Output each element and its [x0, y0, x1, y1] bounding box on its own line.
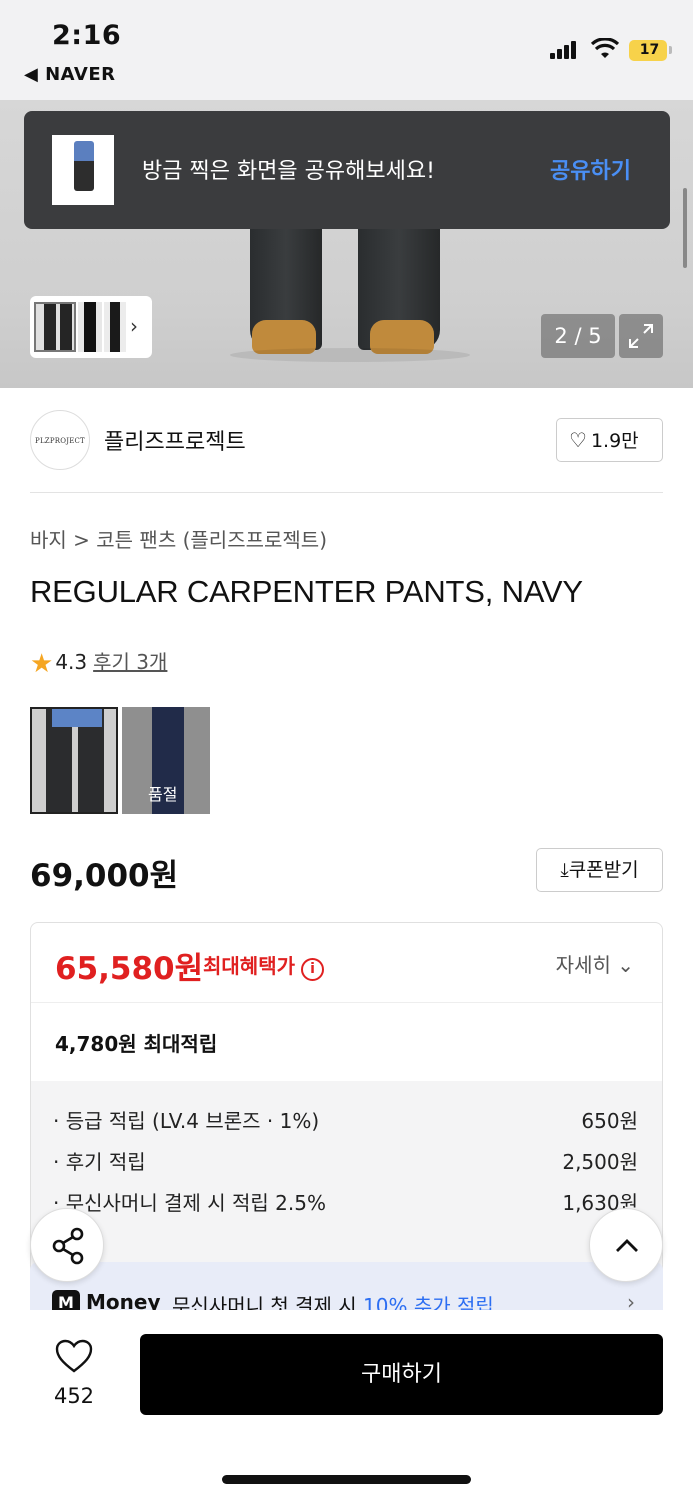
points-row: · 무신사머니 결제 시 적립 2.5% 1,630원: [53, 1191, 638, 1215]
wifi-icon: [590, 37, 620, 64]
cellular-signal-icon: [550, 40, 578, 59]
scroll-top-button[interactable]: [589, 1208, 663, 1282]
purchase-bar: 452 구매하기: [0, 1310, 693, 1500]
thumbnail[interactable]: [78, 302, 102, 352]
battery-icon: 17: [629, 40, 672, 61]
fullscreen-button[interactable]: [619, 314, 663, 358]
status-time: 2:16: [52, 20, 122, 51]
sold-out-label: 품절: [148, 785, 178, 804]
points-row: · 등급 적립 (LV.4 브론즈 · 1%) 650원: [53, 1109, 638, 1133]
brand-logo[interactable]: PLZPROJECT: [30, 410, 90, 470]
share-icon: [52, 1227, 84, 1265]
thumbnail[interactable]: [34, 302, 76, 352]
points-row: · 후기 적립 2,500원: [53, 1150, 638, 1174]
home-indicator[interactable]: [222, 1475, 471, 1484]
back-to-app-link[interactable]: ◀ NAVER: [24, 64, 115, 85]
heart-icon: [55, 1339, 93, 1373]
brand-like-button[interactable]: ♡ 1.9만: [556, 418, 663, 462]
divider: [30, 492, 663, 493]
image-pager: 2 / 5: [541, 314, 615, 358]
rating-score: 4.3: [55, 650, 88, 674]
breadcrumb[interactable]: 바지 > 코튼 팬츠 (플리즈프로젝트): [30, 524, 327, 553]
toast-message: 방금 찍은 화면을 공유해보세요!: [142, 159, 435, 184]
brand-like-count: 1.9만: [590, 430, 639, 452]
share-fab-button[interactable]: [30, 1208, 104, 1282]
coupon-button[interactable]: ⤓쿠폰받기: [536, 848, 663, 892]
product-price: 69,000원: [30, 858, 179, 894]
heart-icon: ♡: [569, 428, 587, 452]
expand-icon: [629, 324, 653, 348]
color-option-navy[interactable]: 품절: [122, 707, 210, 814]
chevron-right-icon: ›: [130, 314, 138, 338]
brand-name[interactable]: 플리즈프로젝트: [104, 424, 246, 456]
info-icon[interactable]: i: [301, 958, 324, 981]
chevron-up-icon: [616, 1239, 638, 1252]
wishlist-count: 452: [53, 1384, 95, 1408]
max-benefit-label[interactable]: 최대혜택가 i: [203, 950, 324, 981]
reviews-link[interactable]: 후기 3개: [93, 650, 167, 674]
buy-button[interactable]: 구매하기: [140, 1334, 663, 1415]
max-benefit-price: 65,580원: [55, 951, 204, 987]
rating-row: ★ 4.3 후기 3개: [30, 646, 167, 679]
screenshot-thumbnail[interactable]: [52, 135, 114, 205]
points-total: 4,780원 최대적립: [55, 1032, 218, 1056]
gallery-thumbnails[interactable]: ›: [30, 296, 152, 358]
download-icon: ⤓: [560, 859, 569, 881]
star-icon: ★: [30, 649, 54, 679]
thumbnail[interactable]: [104, 302, 126, 352]
chevron-down-icon: ⌄: [617, 953, 634, 977]
product-title: REGULAR CARPENTER PANTS, NAVY: [30, 574, 583, 609]
screenshot-share-toast: 방금 찍은 화면을 공유해보세요! 공유하기: [24, 111, 670, 229]
status-bar: 2:16 ◀ NAVER 17: [0, 0, 693, 100]
scrollbar[interactable]: [683, 188, 687, 268]
detail-toggle[interactable]: 자세히 ⌄: [556, 949, 634, 978]
share-button[interactable]: 공유하기: [550, 153, 631, 185]
wishlist-button[interactable]: 452: [46, 1338, 102, 1408]
color-option-black[interactable]: [30, 707, 118, 814]
